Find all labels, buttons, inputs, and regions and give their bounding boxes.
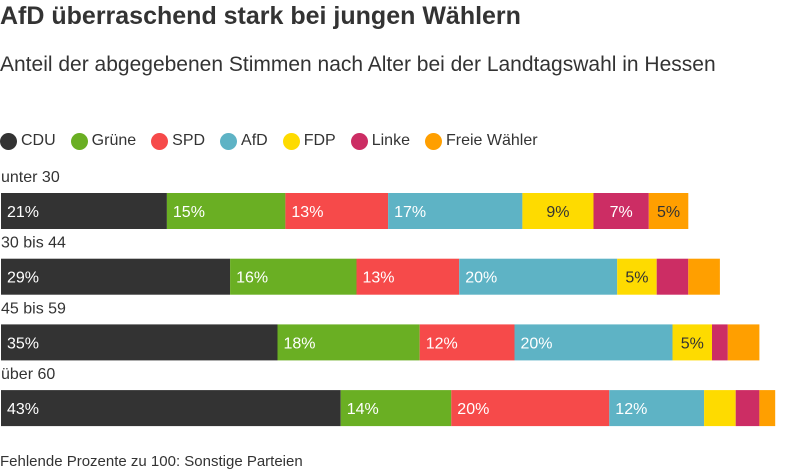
bar-segment-cdu	[1, 258, 231, 295]
bar-segment-afd	[609, 390, 705, 427]
data-label: 17%	[394, 204, 426, 221]
data-label: 12%	[426, 335, 458, 352]
legend-item-cdu: CDU	[0, 132, 56, 150]
data-label: 13%	[363, 270, 395, 287]
data-label: 29%	[7, 270, 39, 287]
legend-swatch	[282, 132, 300, 150]
legend-swatch	[424, 132, 442, 150]
category-label: 30 bis 44	[1, 235, 66, 252]
legend-swatch	[70, 132, 88, 150]
data-label: 7%	[610, 204, 633, 221]
data-label: 35%	[7, 335, 39, 352]
bar-segment-spd	[451, 390, 610, 427]
data-label: 16%	[236, 270, 268, 287]
bar-segment-cdu	[1, 324, 278, 361]
bar-segment-freie-waehler	[759, 390, 776, 427]
category-label: unter 30	[1, 169, 60, 186]
bar-segment-cdu	[1, 193, 167, 229]
category-label: 45 bis 59	[1, 300, 66, 317]
bar-row-ueber-60: über 60 43% 14% 20% 12%	[1, 366, 776, 427]
data-label: 9%	[546, 204, 569, 221]
legend-label: SPD	[172, 132, 206, 149]
bar-segment-linke	[735, 390, 760, 427]
data-label: 20%	[465, 270, 497, 287]
bar-segment-fdp	[617, 258, 657, 295]
bar-row-45-bis-59: 45 bis 59 35% 18% 12% 20% 5%	[1, 300, 760, 361]
bar-segment-linke	[593, 193, 649, 229]
bar-segment-freie-waehler	[688, 258, 720, 295]
legend-item-gruene: Grüne	[70, 132, 137, 150]
bar-segment-linke	[656, 258, 689, 295]
data-label: 20%	[521, 335, 553, 352]
data-label: 15%	[173, 204, 205, 221]
bar-segment-spd	[419, 324, 515, 361]
bar-segment-linke	[712, 324, 728, 361]
legend-item-spd: SPD	[151, 132, 205, 150]
chart-subtitle: Anteil der abgegebenen Stimmen nach Alte…	[0, 53, 716, 76]
bar-segment-gruene	[340, 390, 452, 427]
legend-label: Linke	[371, 132, 410, 149]
legend-item-freie-waehler: Freie Wähler	[424, 132, 538, 150]
bar-segment-afd	[459, 258, 618, 295]
legend-item-linke: Linke	[350, 132, 410, 150]
bar-segment-gruene	[230, 258, 357, 295]
chart-title: AfD überraschend stark bei jungen Wähler…	[0, 2, 521, 30]
bar-segment-afd	[514, 324, 673, 361]
legend-swatch	[350, 132, 368, 150]
bar-segment-fdp	[522, 193, 594, 229]
bar-row-unter-30: unter 30 21% 15% 13% 17% 9% 7% 5%	[1, 169, 689, 229]
legend-label: Grüne	[91, 132, 137, 149]
legend-label: Freie Wähler	[445, 132, 538, 149]
legend-swatch	[0, 132, 17, 150]
category-label: über 60	[1, 366, 55, 383]
bar-segment-fdp	[704, 390, 736, 427]
bar-segment-freie-waehler	[648, 193, 689, 229]
data-label: 21%	[7, 204, 39, 221]
bar-segment-freie-waehler	[727, 324, 760, 361]
bar-segment-spd	[356, 258, 460, 295]
legend-swatch	[220, 132, 238, 150]
legend-label: AfD	[241, 132, 268, 149]
footnote: Fehlende Prozente zu 100: Sonstige Parte…	[0, 453, 303, 470]
legend-item-fdp: FDP	[282, 132, 336, 150]
legend-item-afd: AfD	[220, 132, 268, 150]
legend: CDU Grüne SPD AfD FDP Linke Freie Wähler	[0, 129, 553, 153]
legend-label: CDU	[21, 132, 56, 149]
data-label: 43%	[7, 401, 39, 418]
bar-segment-cdu	[1, 390, 341, 427]
data-label: 5%	[625, 270, 648, 287]
data-label: 5%	[681, 335, 704, 352]
bar-segment-fdp	[672, 324, 712, 361]
legend-swatch	[151, 132, 169, 150]
bar-segment-afd	[388, 193, 523, 229]
data-label: 14%	[347, 401, 379, 418]
data-label: 5%	[657, 204, 680, 221]
data-label: 13%	[291, 204, 323, 221]
data-label: 18%	[284, 335, 316, 352]
bar-segment-gruene	[277, 324, 420, 361]
bar-segment-spd	[285, 193, 389, 229]
data-label: 20%	[457, 401, 489, 418]
legend-label: FDP	[303, 132, 336, 149]
data-label: 12%	[615, 401, 647, 418]
bar-segment-gruene	[166, 193, 286, 229]
bar-row-30-bis-44: 30 bis 44 29% 16% 13% 20% 5%	[1, 235, 720, 295]
